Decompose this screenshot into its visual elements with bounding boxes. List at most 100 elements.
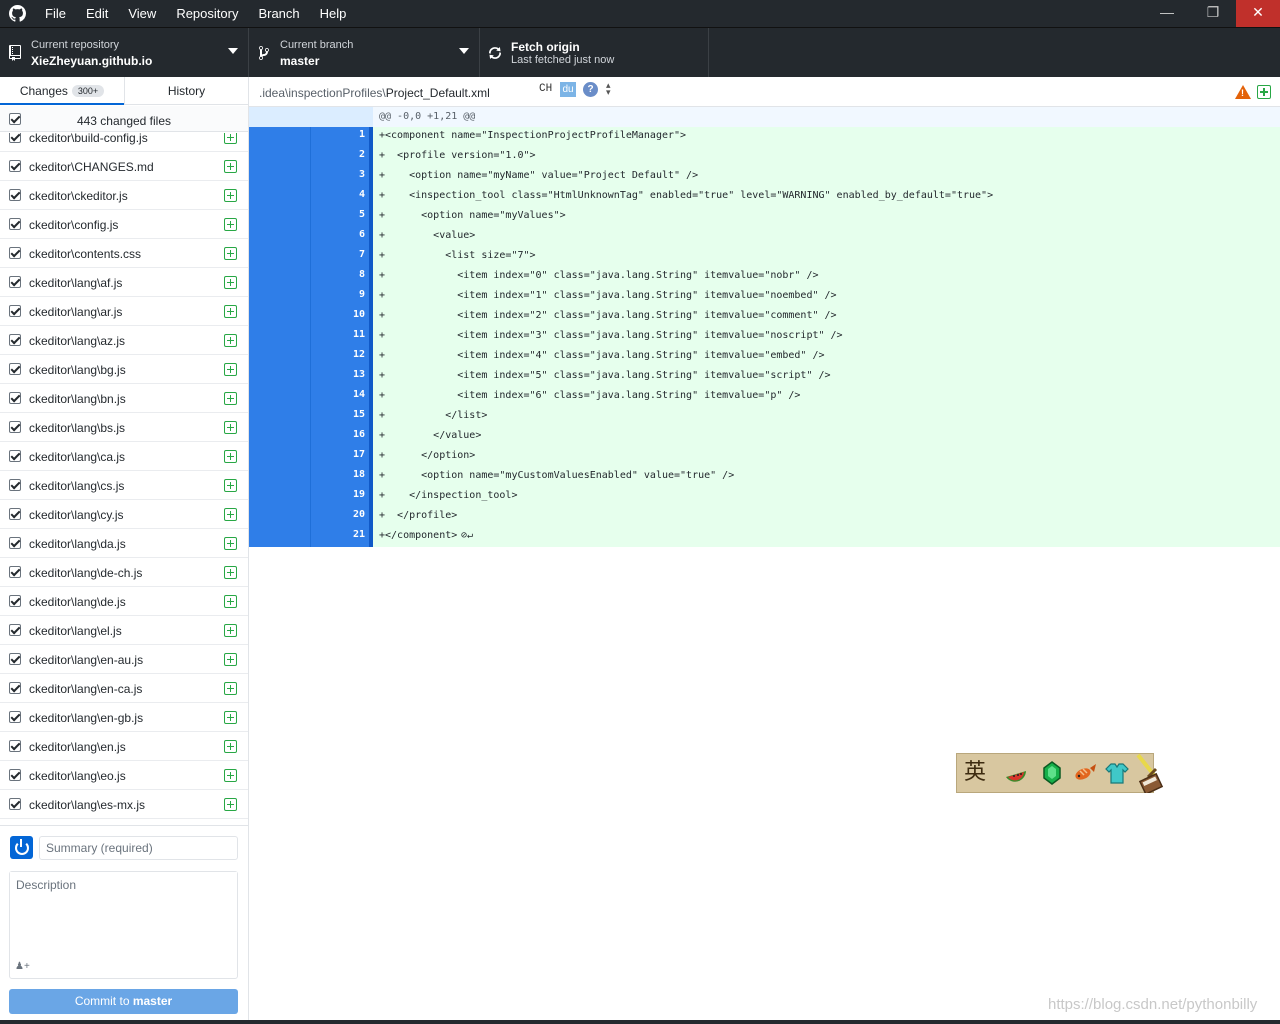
- gutter-new[interactable]: 18: [311, 467, 373, 487]
- file-checkbox[interactable]: [9, 450, 21, 462]
- sword-icon[interactable]: [1134, 753, 1166, 796]
- gutter-new[interactable]: 2: [311, 147, 373, 167]
- diff-line[interactable]: 6 + <value>: [249, 227, 1280, 247]
- gutter-old[interactable]: [249, 307, 311, 327]
- description-input[interactable]: [10, 872, 237, 958]
- diff-line[interactable]: 18 + <option name="myCustomValuesEnabled"…: [249, 467, 1280, 487]
- file-row[interactable]: ckeditor\build-config.js: [0, 133, 248, 152]
- gutter-old[interactable]: [249, 447, 311, 467]
- file-row[interactable]: ckeditor\lang\en-au.js: [0, 645, 248, 674]
- file-row[interactable]: ckeditor\lang\de-ch.js: [0, 558, 248, 587]
- tab-changes[interactable]: Changes 300+: [0, 77, 124, 105]
- file-checkbox[interactable]: [9, 769, 21, 781]
- gutter-new[interactable]: 1: [311, 127, 373, 147]
- menu-repository[interactable]: Repository: [166, 0, 248, 27]
- file-row[interactable]: ckeditor\contents.css: [0, 239, 248, 268]
- file-checkbox[interactable]: [9, 189, 21, 201]
- file-row[interactable]: ckeditor\lang\en-gb.js: [0, 703, 248, 732]
- diff-line[interactable]: 12 + <item index="4" class="java.lang.Str…: [249, 347, 1280, 367]
- gutter-new[interactable]: 19: [311, 487, 373, 507]
- gutter-old[interactable]: [249, 227, 311, 247]
- diff-line[interactable]: 4 + <inspection_tool class="HtmlUnknownTa…: [249, 187, 1280, 207]
- diff-line[interactable]: 14 + <item index="6" class="java.lang.Str…: [249, 387, 1280, 407]
- gutter-old[interactable]: [249, 247, 311, 267]
- diff-line[interactable]: 17 + </option>: [249, 447, 1280, 467]
- file-checkbox[interactable]: [9, 566, 21, 578]
- gutter-new[interactable]: 16: [311, 427, 373, 447]
- ime-options-icon[interactable]: ▴ ▾: [606, 81, 611, 97]
- warning-icon[interactable]: !: [1235, 85, 1251, 99]
- gutter-new[interactable]: 21: [311, 527, 373, 547]
- diff-line[interactable]: 8 + <item index="0" class="java.lang.Stri…: [249, 267, 1280, 287]
- armor-icon[interactable]: [1103, 759, 1131, 787]
- gutter-old[interactable]: [249, 467, 311, 487]
- gutter-new[interactable]: 15: [311, 407, 373, 427]
- file-checkbox[interactable]: [9, 247, 21, 259]
- gutter-new[interactable]: 14: [311, 387, 373, 407]
- close-button[interactable]: ✕: [1236, 0, 1280, 27]
- file-row[interactable]: ckeditor\lang\es-mx.js: [0, 790, 248, 819]
- file-row[interactable]: ckeditor\CHANGES.md: [0, 152, 248, 181]
- file-checkbox[interactable]: [9, 624, 21, 636]
- changed-file-list[interactable]: ckeditor\build-config.js ckeditor\CHANGES…: [0, 133, 248, 897]
- gutter-old[interactable]: [249, 327, 311, 347]
- menu-help[interactable]: Help: [310, 0, 357, 27]
- file-checkbox[interactable]: [9, 508, 21, 520]
- select-all-checkbox[interactable]: [9, 113, 21, 125]
- menu-file[interactable]: File: [35, 0, 76, 27]
- current-branch-button[interactable]: Current branch master: [249, 28, 480, 77]
- gutter-old[interactable]: [249, 267, 311, 287]
- file-row[interactable]: ckeditor\lang\cs.js: [0, 471, 248, 500]
- diff-line[interactable]: 15 + </list>: [249, 407, 1280, 427]
- minimize-button[interactable]: —: [1144, 0, 1190, 27]
- add-coauthor-icon[interactable]: ♟+: [15, 961, 30, 972]
- file-row[interactable]: ckeditor\lang\de.js: [0, 587, 248, 616]
- file-checkbox[interactable]: [9, 160, 21, 172]
- gutter-old[interactable]: [249, 127, 311, 147]
- fetch-origin-button[interactable]: Fetch origin Last fetched just now: [480, 28, 709, 77]
- gutter-new[interactable]: 12: [311, 347, 373, 367]
- gutter-new[interactable]: 17: [311, 447, 373, 467]
- file-checkbox[interactable]: [9, 276, 21, 288]
- gutter-new[interactable]: 9: [311, 287, 373, 307]
- file-row[interactable]: ckeditor\lang\en-ca.js: [0, 674, 248, 703]
- file-row[interactable]: ckeditor\lang\bg.js: [0, 355, 248, 384]
- diff-line[interactable]: 19 + </inspection_tool>: [249, 487, 1280, 507]
- diff-line[interactable]: 16 + </value>: [249, 427, 1280, 447]
- ime-language-indicator[interactable]: CH: [539, 83, 552, 95]
- watermelon-icon[interactable]: [1002, 759, 1030, 787]
- gutter-old[interactable]: [249, 207, 311, 227]
- file-row[interactable]: ckeditor\lang\ca.js: [0, 442, 248, 471]
- file-row[interactable]: ckeditor\lang\ar.js: [0, 297, 248, 326]
- file-row[interactable]: ckeditor\lang\el.js: [0, 616, 248, 645]
- gutter-old[interactable]: [249, 407, 311, 427]
- gutter-old[interactable]: [249, 427, 311, 447]
- commit-button[interactable]: Commit to master: [9, 989, 238, 1014]
- diff-line[interactable]: 13 + <item index="5" class="java.lang.Str…: [249, 367, 1280, 387]
- file-row[interactable]: ckeditor\lang\da.js: [0, 529, 248, 558]
- file-row[interactable]: ckeditor\lang\bn.js: [0, 384, 248, 413]
- file-checkbox[interactable]: [9, 334, 21, 346]
- ime-mode-button[interactable]: du: [560, 82, 576, 97]
- diff-line[interactable]: 9 + <item index="1" class="java.lang.Stri…: [249, 287, 1280, 307]
- ime-chinese-english-toggle[interactable]: 英: [961, 759, 989, 787]
- gutter-new[interactable]: 8: [311, 267, 373, 287]
- file-row[interactable]: ckeditor\lang\cy.js: [0, 500, 248, 529]
- gutter-old[interactable]: [249, 367, 311, 387]
- file-row[interactable]: ckeditor\lang\bs.js: [0, 413, 248, 442]
- gutter-new[interactable]: 3: [311, 167, 373, 187]
- diff-line[interactable]: 5 + <option name="myValues">: [249, 207, 1280, 227]
- file-checkbox[interactable]: [9, 537, 21, 549]
- gutter-old[interactable]: [249, 187, 311, 207]
- menu-edit[interactable]: Edit: [76, 0, 118, 27]
- diff-line[interactable]: 1 +<component name="InspectionProjectProf…: [249, 127, 1280, 147]
- gutter-new[interactable]: 7: [311, 247, 373, 267]
- current-repository-button[interactable]: Current repository XieZheyuan.github.io: [0, 28, 249, 77]
- file-row[interactable]: ckeditor\lang\en.js: [0, 732, 248, 761]
- file-checkbox[interactable]: [9, 711, 21, 723]
- file-checkbox[interactable]: [9, 305, 21, 317]
- tab-history[interactable]: History: [124, 77, 248, 105]
- gutter-new[interactable]: 5: [311, 207, 373, 227]
- gutter-new[interactable]: 13: [311, 367, 373, 387]
- emerald-icon[interactable]: [1038, 759, 1066, 787]
